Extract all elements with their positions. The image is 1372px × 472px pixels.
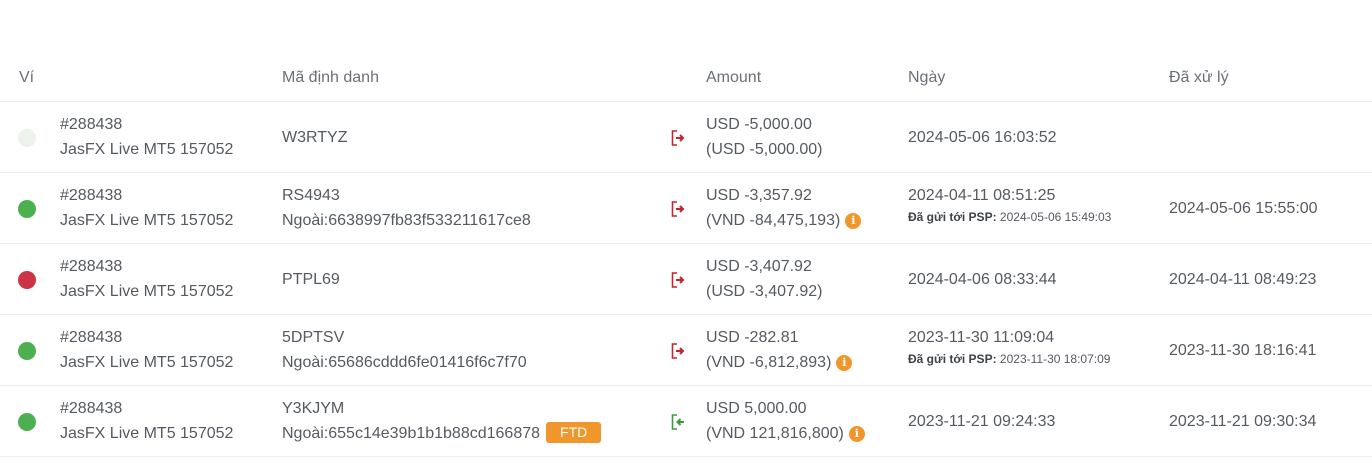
transaction-code[interactable]: RS4943 xyxy=(282,183,531,208)
transaction-date: 2023-11-21 09:24:33 xyxy=(908,413,1056,430)
transactions-table: Ví Mã định danh Amount Ngày Đã xử lý #28… xyxy=(0,52,1372,457)
processed-date: 2023-11-21 09:30:34 xyxy=(1169,413,1317,430)
amount-usd: USD 5,000.00 xyxy=(706,400,807,417)
external-ref: Ngoài:655c14e39b1b1b88cd166878 xyxy=(282,425,541,442)
amount-cell: USD 5,000.00 (VND 121,816,800) i xyxy=(706,396,865,446)
column-header-date[interactable]: Ngày xyxy=(908,65,945,90)
date-cell: 2024-04-11 08:51:25 Đã gửi tới PSP: 2024-… xyxy=(908,183,1111,226)
external-ref: Ngoài:65686cddd6fe01416f6c7f70 xyxy=(282,354,527,371)
wallet-name: JasFX Live MT5 157052 xyxy=(60,141,234,158)
wallet-name: JasFX Live MT5 157052 xyxy=(60,425,234,442)
info-icon[interactable]: i xyxy=(836,355,853,371)
amount-cell: USD -282.81 (VND -6,812,893) i xyxy=(706,325,853,375)
withdraw-icon xyxy=(671,272,685,288)
amount-usd: USD -5,000.00 xyxy=(706,116,812,133)
amount-usd: USD -3,357.92 xyxy=(706,187,812,204)
transaction-code[interactable]: PTPL69 xyxy=(282,267,340,292)
amount-local-line: (USD -3,407.92) xyxy=(706,279,823,304)
status-success-dot-icon xyxy=(18,413,36,431)
amount-cell: USD -5,000.00 (USD -5,000.00) xyxy=(706,112,823,162)
withdraw-icon xyxy=(671,343,685,359)
ftd-badge: FTD xyxy=(546,422,602,443)
status-pending-dot-icon xyxy=(18,129,36,147)
psp-date: 2023-11-30 18:07:09 xyxy=(999,352,1111,366)
wallet-cell: #288438 JasFX Live MT5 157052 xyxy=(60,396,233,446)
amount-local: (USD -3,407.92) xyxy=(706,283,823,300)
processed-date: 2023-11-30 18:16:41 xyxy=(1169,342,1317,359)
transaction-code[interactable]: Y3KJYM xyxy=(282,396,601,421)
external-ref-line: Ngoài:655c14e39b1b1b88cd166878 FTD xyxy=(282,421,602,446)
psp-sent-info: Đã gửi tới PSP: 2023-11-30 18:07:09 xyxy=(908,350,1110,368)
column-header-wallet: Ví xyxy=(19,69,35,86)
amount-local: (VND -84,475,193) xyxy=(706,212,841,229)
psp-sent-info: Đã gửi tới PSP: 2024-05-06 15:49:03 xyxy=(908,208,1111,226)
wallet-id[interactable]: #288438 xyxy=(60,183,233,208)
wallet-id[interactable]: #288438 xyxy=(60,325,233,350)
processed-date: 2024-05-06 15:55:00 xyxy=(1169,200,1318,217)
date-cell: 2024-04-06 08:33:44 xyxy=(908,267,1057,292)
wallet-cell: #288438 JasFX Live MT5 157052 xyxy=(60,183,233,233)
date-cell: 2023-11-21 09:24:33 xyxy=(908,409,1055,434)
date-cell: 2023-11-30 11:09:04 Đã gửi tới PSP: 2023-… xyxy=(908,325,1110,368)
amount-local-line: (VND -84,475,193) i xyxy=(706,208,862,233)
wallet-cell: #288438 JasFX Live MT5 157052 xyxy=(60,254,233,304)
amount-local-line: (VND 121,816,800) i xyxy=(706,421,865,446)
transaction-code[interactable]: 5DPTSV xyxy=(282,325,527,350)
wallet-cell: #288438 JasFX Live MT5 157052 xyxy=(60,112,233,162)
table-row[interactable]: #288438 JasFX Live MT5 157052 Y3KJYM Ngoài:… xyxy=(0,386,1372,457)
status-success-dot-icon xyxy=(18,200,36,218)
amount-local: (VND 121,816,800) xyxy=(706,425,844,442)
identifier-cell: W3RTYZ xyxy=(282,125,347,150)
withdraw-icon xyxy=(671,201,685,217)
wallet-id[interactable]: #288438 xyxy=(60,396,233,421)
table-row[interactable]: #288438 JasFX Live MT5 157052 PTPL69 USD -3… xyxy=(0,244,1372,315)
amount-local-line: (VND -6,812,893) i xyxy=(706,350,853,375)
amount-cell: USD -3,407.92 (USD -3,407.92) xyxy=(706,254,823,304)
column-header-amount[interactable]: Amount xyxy=(706,65,761,90)
table-header: Ví Mã định danh Amount Ngày Đã xử lý xyxy=(0,52,1372,102)
identifier-cell: 5DPTSV Ngoài:65686cddd6fe01416f6c7f70 xyxy=(282,325,527,375)
wallet-name: JasFX Live MT5 157052 xyxy=(60,212,234,229)
wallet-cell: #288438 JasFX Live MT5 157052 xyxy=(60,325,233,375)
external-ref-line: Ngoài:65686cddd6fe01416f6c7f70 xyxy=(282,350,527,375)
amount-cell: USD -3,357.92 (VND -84,475,193) i xyxy=(706,183,862,233)
transaction-date: 2024-04-06 08:33:44 xyxy=(908,271,1057,288)
info-icon[interactable]: i xyxy=(845,213,862,229)
external-ref: Ngoài:6638997fb83f533211617ce8 xyxy=(282,212,531,229)
processed-date: 2024-04-11 08:49:23 xyxy=(1169,271,1317,288)
wallet-id[interactable]: #288438 xyxy=(60,112,233,137)
table-body: #288438 JasFX Live MT5 157052 W3RTYZ USD -5… xyxy=(0,102,1372,457)
identifier-cell: Y3KJYM Ngoài:655c14e39b1b1b88cd166878 FTD xyxy=(282,396,602,446)
wallet-name: JasFX Live MT5 157052 xyxy=(60,283,234,300)
identifier-cell: RS4943 Ngoài:6638997fb83f533211617ce8 xyxy=(282,183,531,233)
table-row[interactable]: #288438 JasFX Live MT5 157052 5DPTSV Ngoài:… xyxy=(0,315,1372,386)
psp-label: Đã gửi tới PSP: xyxy=(908,210,997,224)
column-header-identifier: Mã định danh xyxy=(282,69,379,86)
table-row[interactable]: #288438 JasFX Live MT5 157052 W3RTYZ USD -5… xyxy=(0,102,1372,173)
identifier-cell: PTPL69 xyxy=(282,267,340,292)
wallet-name: JasFX Live MT5 157052 xyxy=(60,354,234,371)
amount-local: (USD -5,000.00) xyxy=(706,141,823,158)
column-header-processed[interactable]: Đã xử lý xyxy=(1169,65,1229,90)
status-failed-dot-icon xyxy=(18,271,36,289)
transaction-date: 2024-05-06 16:03:52 xyxy=(908,129,1057,146)
transaction-date: 2024-04-11 08:51:25 xyxy=(908,187,1056,204)
psp-date: 2024-05-06 15:49:03 xyxy=(999,210,1112,224)
transaction-date: 2023-11-30 11:09:04 xyxy=(908,329,1055,346)
status-success-dot-icon xyxy=(18,342,36,360)
date-cell: 2024-05-06 16:03:52 xyxy=(908,125,1057,150)
psp-label: Đã gửi tới PSP: xyxy=(908,352,997,366)
withdraw-icon xyxy=(671,130,685,146)
amount-local: (VND -6,812,893) xyxy=(706,354,832,371)
wallet-id[interactable]: #288438 xyxy=(60,254,233,279)
amount-local-line: (USD -5,000.00) xyxy=(706,137,823,162)
external-ref-line: Ngoài:6638997fb83f533211617ce8 xyxy=(282,208,531,233)
info-icon[interactable]: i xyxy=(848,426,865,442)
deposit-icon xyxy=(671,414,684,430)
transaction-code[interactable]: W3RTYZ xyxy=(282,125,347,150)
amount-usd: USD -282.81 xyxy=(706,329,799,346)
amount-usd: USD -3,407.92 xyxy=(706,258,812,275)
table-row[interactable]: #288438 JasFX Live MT5 157052 RS4943 Ngoài:… xyxy=(0,173,1372,244)
